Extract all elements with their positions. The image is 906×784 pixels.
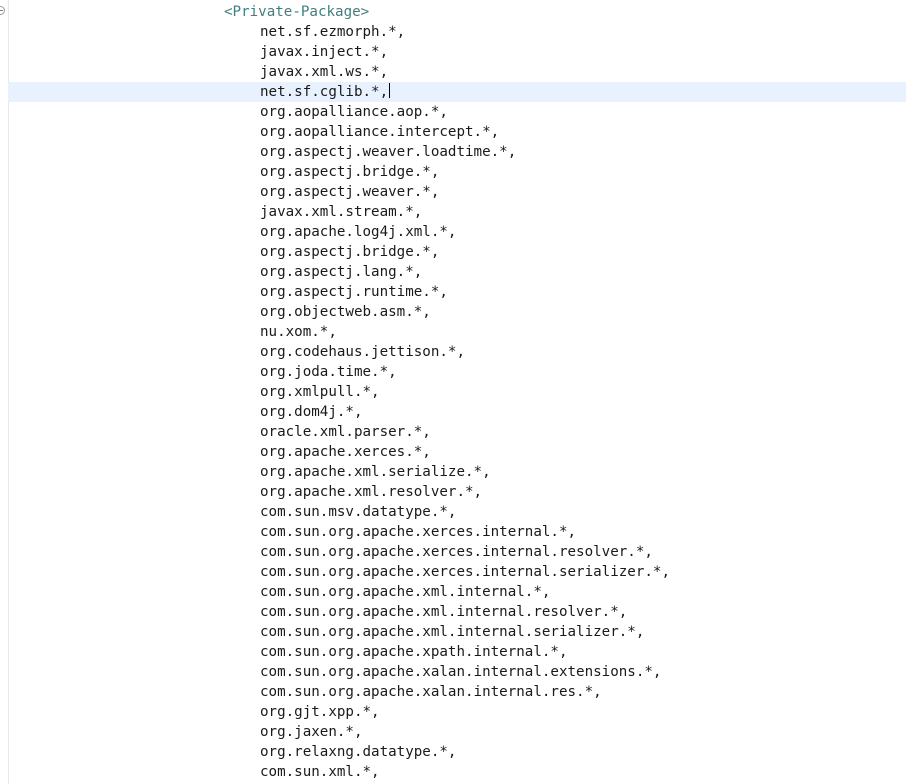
code-line[interactable]: javax.inject.*,	[0, 42, 906, 62]
code-line[interactable]: org.jaxen.*,	[0, 722, 906, 742]
package-entry: org.jaxen.*,	[260, 724, 363, 740]
code-line[interactable]: net.sf.ezmorph.*,	[0, 22, 906, 42]
package-entry: org.apache.xerces.*,	[260, 444, 431, 460]
package-entry: com.sun.org.apache.xpath.internal.*,	[260, 644, 568, 660]
package-entry: org.apache.log4j.xml.*,	[260, 224, 457, 240]
package-entry: org.gjt.xpp.*,	[260, 704, 380, 720]
code-line[interactable]: org.aspectj.weaver.*,	[0, 182, 906, 202]
package-entry: org.joda.time.*,	[260, 364, 397, 380]
code-line[interactable]: org.gjt.xpp.*,	[0, 702, 906, 722]
package-entry: com.sun.org.apache.xerces.internal.*,	[260, 524, 577, 540]
code-line[interactable]: com.sun.org.apache.xerces.internal.resol…	[0, 542, 906, 562]
code-line[interactable]: org.aspectj.bridge.*,	[0, 162, 906, 182]
package-entry: oracle.xml.parser.*,	[260, 424, 431, 440]
package-entry: org.relaxng.datatype.*,	[260, 744, 457, 760]
code-line[interactable]: org.apache.xml.serialize.*,	[0, 462, 906, 482]
package-entry: org.aspectj.lang.*,	[260, 264, 423, 280]
package-entry: org.aopalliance.intercept.*,	[260, 124, 500, 140]
code-line[interactable]: org.apache.xml.resolver.*,	[0, 482, 906, 502]
code-line[interactable]: javax.xml.stream.*,	[0, 202, 906, 222]
package-entry: javax.xml.stream.*,	[260, 204, 423, 220]
code-line[interactable]: com.sun.org.apache.xalan.internal.extens…	[0, 662, 906, 682]
code-line[interactable]: com.sun.org.apache.xml.internal.resolver…	[0, 602, 906, 622]
package-entry: com.sun.org.apache.xml.internal.serializ…	[260, 624, 645, 640]
package-entry: com.sun.org.apache.xalan.internal.res.*,	[260, 684, 602, 700]
code-line[interactable]: com.sun.org.apache.xerces.internal.seria…	[0, 562, 906, 582]
package-entry: javax.inject.*,	[260, 44, 389, 60]
package-entry: org.aopalliance.aop.*,	[260, 104, 448, 120]
package-entry: org.codehaus.jettison.*,	[260, 344, 465, 360]
code-line[interactable]: com.sun.org.apache.xpath.internal.*,	[0, 642, 906, 662]
code-line[interactable]: org.aspectj.bridge.*,	[0, 242, 906, 262]
code-line-private-package-tag[interactable]: <Private-Package>	[0, 2, 906, 22]
current-code-line[interactable]: net.sf.cglib.*,	[8, 82, 906, 102]
package-entry: com.sun.msv.datatype.*,	[260, 504, 457, 520]
package-entry: org.aspectj.weaver.loadtime.*,	[260, 144, 517, 160]
code-line[interactable]: org.apache.log4j.xml.*,	[0, 222, 906, 242]
code-line[interactable]: com.sun.org.apache.xalan.internal.res.*,	[0, 682, 906, 702]
code-line[interactable]: org.codehaus.jettison.*,	[0, 342, 906, 362]
package-entry: org.aspectj.bridge.*,	[260, 164, 440, 180]
code-line[interactable]: javax.xml.ws.*,	[0, 62, 906, 82]
package-entry: com.sun.org.apache.xerces.internal.seria…	[260, 564, 670, 580]
code-area[interactable]: <Private-Package> net.sf.ezmorph.*, javax…	[0, 2, 906, 782]
code-line[interactable]: com.sun.xml.*,	[0, 762, 906, 782]
code-line[interactable]: org.aopalliance.intercept.*,	[0, 122, 906, 142]
code-line[interactable]: org.aspectj.weaver.loadtime.*,	[0, 142, 906, 162]
package-entry: com.sun.org.apache.xml.internal.*,	[260, 584, 551, 600]
xml-tag-private-package: <Private-Package>	[224, 4, 370, 20]
package-entry: org.xmlpull.*,	[260, 384, 380, 400]
code-line[interactable]: org.aspectj.lang.*,	[0, 262, 906, 282]
code-line[interactable]: org.apache.xerces.*,	[0, 442, 906, 462]
package-entry: com.sun.org.apache.xalan.internal.extens…	[260, 664, 662, 680]
package-entry: org.apache.xml.resolver.*,	[260, 484, 483, 500]
package-entry: com.sun.xml.*,	[260, 764, 380, 780]
text-cursor	[389, 83, 391, 98]
package-entry: com.sun.org.apache.xerces.internal.resol…	[260, 544, 653, 560]
code-line[interactable]: org.relaxng.datatype.*,	[0, 742, 906, 762]
package-entry: org.aspectj.bridge.*,	[260, 244, 440, 260]
package-entry: net.sf.cglib.*,	[260, 83, 391, 100]
code-line[interactable]: nu.xom.*,	[0, 322, 906, 342]
code-line[interactable]: org.joda.time.*,	[0, 362, 906, 382]
package-entry: javax.xml.ws.*,	[260, 64, 389, 80]
code-line[interactable]: com.sun.msv.datatype.*,	[0, 502, 906, 522]
package-entry: org.apache.xml.serialize.*,	[260, 464, 491, 480]
code-line[interactable]: com.sun.org.apache.xerces.internal.*,	[0, 522, 906, 542]
code-line[interactable]: org.aspectj.runtime.*,	[0, 282, 906, 302]
code-line[interactable]: com.sun.org.apache.xml.internal.*,	[0, 582, 906, 602]
code-line[interactable]: com.sun.org.apache.xml.internal.serializ…	[0, 622, 906, 642]
code-line[interactable]: org.aopalliance.aop.*,	[0, 102, 906, 122]
package-entry: org.dom4j.*,	[260, 404, 363, 420]
code-line[interactable]: oracle.xml.parser.*,	[0, 422, 906, 442]
code-line[interactable]: org.objectweb.asm.*,	[0, 302, 906, 322]
package-entry: org.aspectj.runtime.*,	[260, 284, 448, 300]
package-entry: com.sun.org.apache.xml.internal.resolver…	[260, 604, 628, 620]
package-entry: org.aspectj.weaver.*,	[260, 184, 440, 200]
code-editor[interactable]: <Private-Package> net.sf.ezmorph.*, javax…	[0, 0, 906, 784]
package-entry: org.objectweb.asm.*,	[260, 304, 431, 320]
code-line[interactable]: org.dom4j.*,	[0, 402, 906, 422]
code-line[interactable]: org.xmlpull.*,	[0, 382, 906, 402]
package-entry: nu.xom.*,	[260, 324, 337, 340]
package-entry: net.sf.ezmorph.*,	[260, 24, 406, 40]
